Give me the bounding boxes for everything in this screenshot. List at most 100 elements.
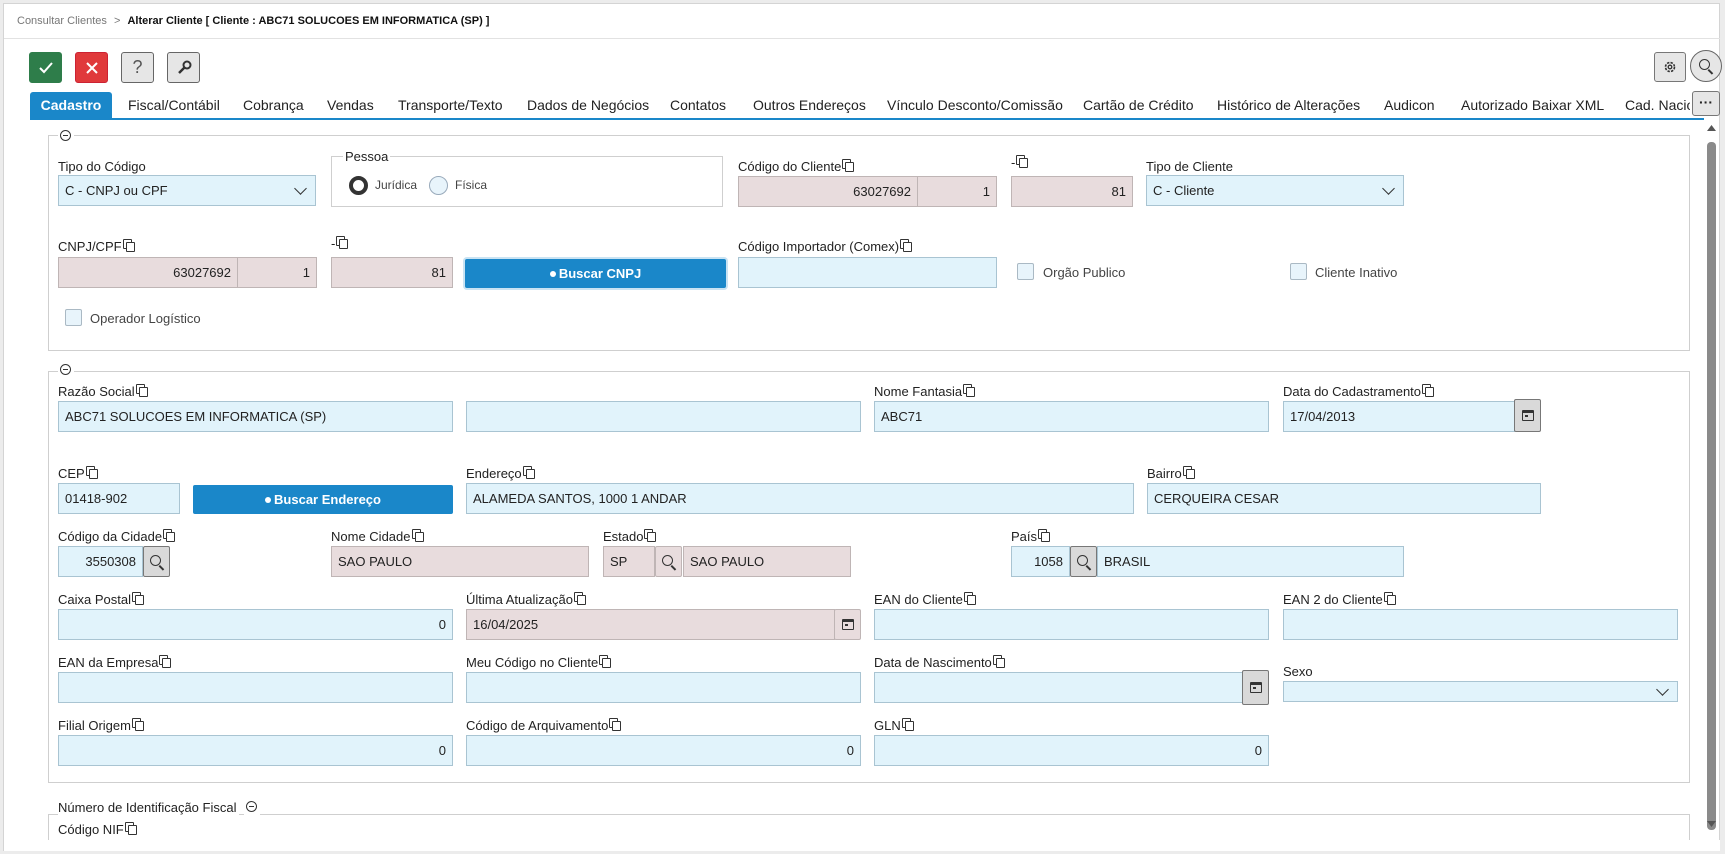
gln-field[interactable]: 0 (874, 735, 1269, 766)
tab-cadastro[interactable]: Cadastro (30, 92, 112, 118)
copy-icon[interactable] (1383, 592, 1396, 605)
ultima-atualizacao-calendar-button[interactable] (834, 609, 861, 640)
copy-icon[interactable] (900, 239, 913, 252)
cancel-button[interactable] (75, 52, 108, 83)
copy-icon[interactable] (1182, 466, 1195, 479)
copy-icon[interactable] (992, 655, 1005, 668)
copy-icon[interactable] (901, 718, 914, 731)
codigo-cliente-seq-field[interactable]: 1 (917, 176, 997, 207)
ean-cliente-field[interactable] (874, 609, 1269, 640)
tab-autorizado-xml[interactable]: Autorizado Baixar XML (1461, 92, 1604, 118)
tab-cad-nacional[interactable]: Cad. Nacio (1625, 92, 1690, 118)
collapse-toggle-2[interactable] (58, 362, 74, 378)
sexo-select[interactable] (1283, 681, 1678, 702)
copy-icon[interactable] (159, 655, 172, 668)
radio-juridica[interactable] (349, 176, 368, 195)
copy-icon[interactable] (124, 822, 137, 835)
data-nascimento-field[interactable] (874, 672, 1243, 703)
collapse-toggle-1[interactable] (58, 128, 74, 144)
buscar-cnpj-button[interactable]: Buscar CNPJ (465, 259, 726, 288)
bairro-field[interactable]: CERQUEIRA CESAR (1147, 483, 1541, 514)
pais-search-button[interactable] (1070, 546, 1097, 577)
nome-cidade-field[interactable]: SAO PAULO (331, 546, 589, 577)
codigo-arquivamento-field[interactable]: 0 (466, 735, 861, 766)
radio-fisica[interactable] (429, 176, 448, 195)
copy-icon[interactable] (336, 236, 349, 249)
copy-icon[interactable] (411, 529, 424, 542)
razao-social-field[interactable]: ABC71 SOLUCOES EM INFORMATICA (SP) (58, 401, 453, 432)
copy-icon[interactable] (131, 718, 144, 731)
copy-icon[interactable] (131, 592, 144, 605)
dash-1-field[interactable]: 81 (1011, 176, 1133, 207)
cep-field[interactable]: 01418-902 (58, 483, 180, 514)
collapse-toggle-3[interactable] (244, 799, 260, 815)
tab-historico-alteracoes[interactable]: Histórico de Alterações (1217, 92, 1360, 118)
copy-icon[interactable] (1016, 155, 1029, 168)
copy-icon[interactable] (599, 655, 612, 668)
copy-icon[interactable] (1422, 384, 1435, 397)
search-icon (1699, 59, 1710, 70)
ultima-atualizacao-field[interactable]: 16/04/2025 (466, 609, 835, 640)
codigo-cidade-search-button[interactable] (143, 546, 170, 577)
tab-audicon[interactable]: Audicon (1384, 92, 1435, 118)
copy-icon[interactable] (842, 159, 855, 172)
filial-origem-field[interactable]: 0 (58, 735, 453, 766)
tab-vendas[interactable]: Vendas (327, 92, 374, 118)
copy-icon[interactable] (85, 466, 98, 479)
copy-icon[interactable] (963, 384, 976, 397)
codigo-cidade-field[interactable]: 3550308 (58, 546, 143, 577)
caixa-postal-field[interactable]: 0 (58, 609, 453, 640)
tab-outros-enderecos[interactable]: Outros Endereços (753, 92, 866, 118)
meu-codigo-field[interactable] (466, 672, 861, 703)
more-tabs-button[interactable]: ··· (1692, 91, 1720, 116)
copy-icon[interactable] (573, 592, 586, 605)
dash-2-field[interactable]: 81 (331, 257, 453, 288)
nome-fantasia-field[interactable]: ABC71 (874, 401, 1269, 432)
global-search-button[interactable] (1690, 50, 1722, 82)
tipo-cliente-select[interactable]: C - Cliente (1146, 175, 1404, 206)
data-cadastramento-field[interactable]: 17/04/2013 (1283, 401, 1515, 432)
tab-contatos[interactable]: Contatos (670, 92, 726, 118)
copy-icon[interactable] (963, 592, 976, 605)
settings-button[interactable] (1654, 52, 1686, 82)
ean-empresa-field[interactable] (58, 672, 453, 703)
tab-transporte-texto[interactable]: Transporte/Texto (398, 92, 503, 118)
tools-button[interactable] (167, 52, 200, 83)
copy-icon[interactable] (122, 239, 135, 252)
copy-icon[interactable] (609, 718, 622, 731)
buscar-endereco-button[interactable]: Buscar Endereço (193, 485, 453, 514)
codigo-cliente-field[interactable]: 63027692 (738, 176, 918, 207)
copy-icon[interactable] (135, 384, 148, 397)
estado-search-button[interactable] (655, 546, 682, 577)
tipo-codigo-select[interactable]: C - CNPJ ou CPF (58, 175, 316, 206)
copy-icon[interactable] (522, 466, 535, 479)
operador-logistico-checkbox[interactable] (65, 309, 82, 326)
confirm-button[interactable] (29, 52, 62, 83)
tab-fiscal-contabil[interactable]: Fiscal/Contábil (128, 92, 220, 118)
tab-cartao-credito[interactable]: Cartão de Crédito (1083, 92, 1194, 118)
estado-uf-field[interactable]: SP (603, 546, 655, 577)
pais-nome-field[interactable]: BRASIL (1097, 546, 1404, 577)
ean2-cliente-field[interactable] (1283, 609, 1678, 640)
codigo-importador-field[interactable] (738, 257, 997, 288)
radio-juridica-label: Jurídica (375, 178, 418, 192)
cnpj-field[interactable]: 63027692 (58, 257, 238, 288)
estado-nome-field[interactable]: SAO PAULO (683, 546, 851, 577)
cnpj-filial-field[interactable]: 1 (237, 257, 317, 288)
pais-codigo-field[interactable]: 1058 (1011, 546, 1070, 577)
breadcrumb-parent[interactable]: Consultar Clientes (17, 15, 107, 27)
tab-dados-negocios[interactable]: Dados de Negócios (527, 92, 649, 118)
help-button[interactable]: ? (121, 52, 154, 83)
cliente-inativo-checkbox[interactable] (1290, 263, 1307, 280)
endereco-field[interactable]: ALAMEDA SANTOS, 1000 1 ANDAR (466, 483, 1134, 514)
copy-icon[interactable] (163, 529, 176, 542)
copy-icon[interactable] (644, 529, 657, 542)
tab-cobranca[interactable]: Cobrança (243, 92, 304, 118)
razao-social-complemento-field[interactable] (466, 401, 861, 432)
tab-vinculo-desconto[interactable]: Vínculo Desconto/Comissão (887, 92, 1063, 118)
data-nascimento-calendar-button[interactable] (1242, 670, 1269, 705)
data-cadastramento-calendar-button[interactable] (1514, 399, 1541, 432)
orgao-publico-checkbox[interactable] (1017, 263, 1034, 280)
copy-icon[interactable] (1038, 529, 1051, 542)
vertical-scrollbar[interactable] (1703, 122, 1720, 840)
